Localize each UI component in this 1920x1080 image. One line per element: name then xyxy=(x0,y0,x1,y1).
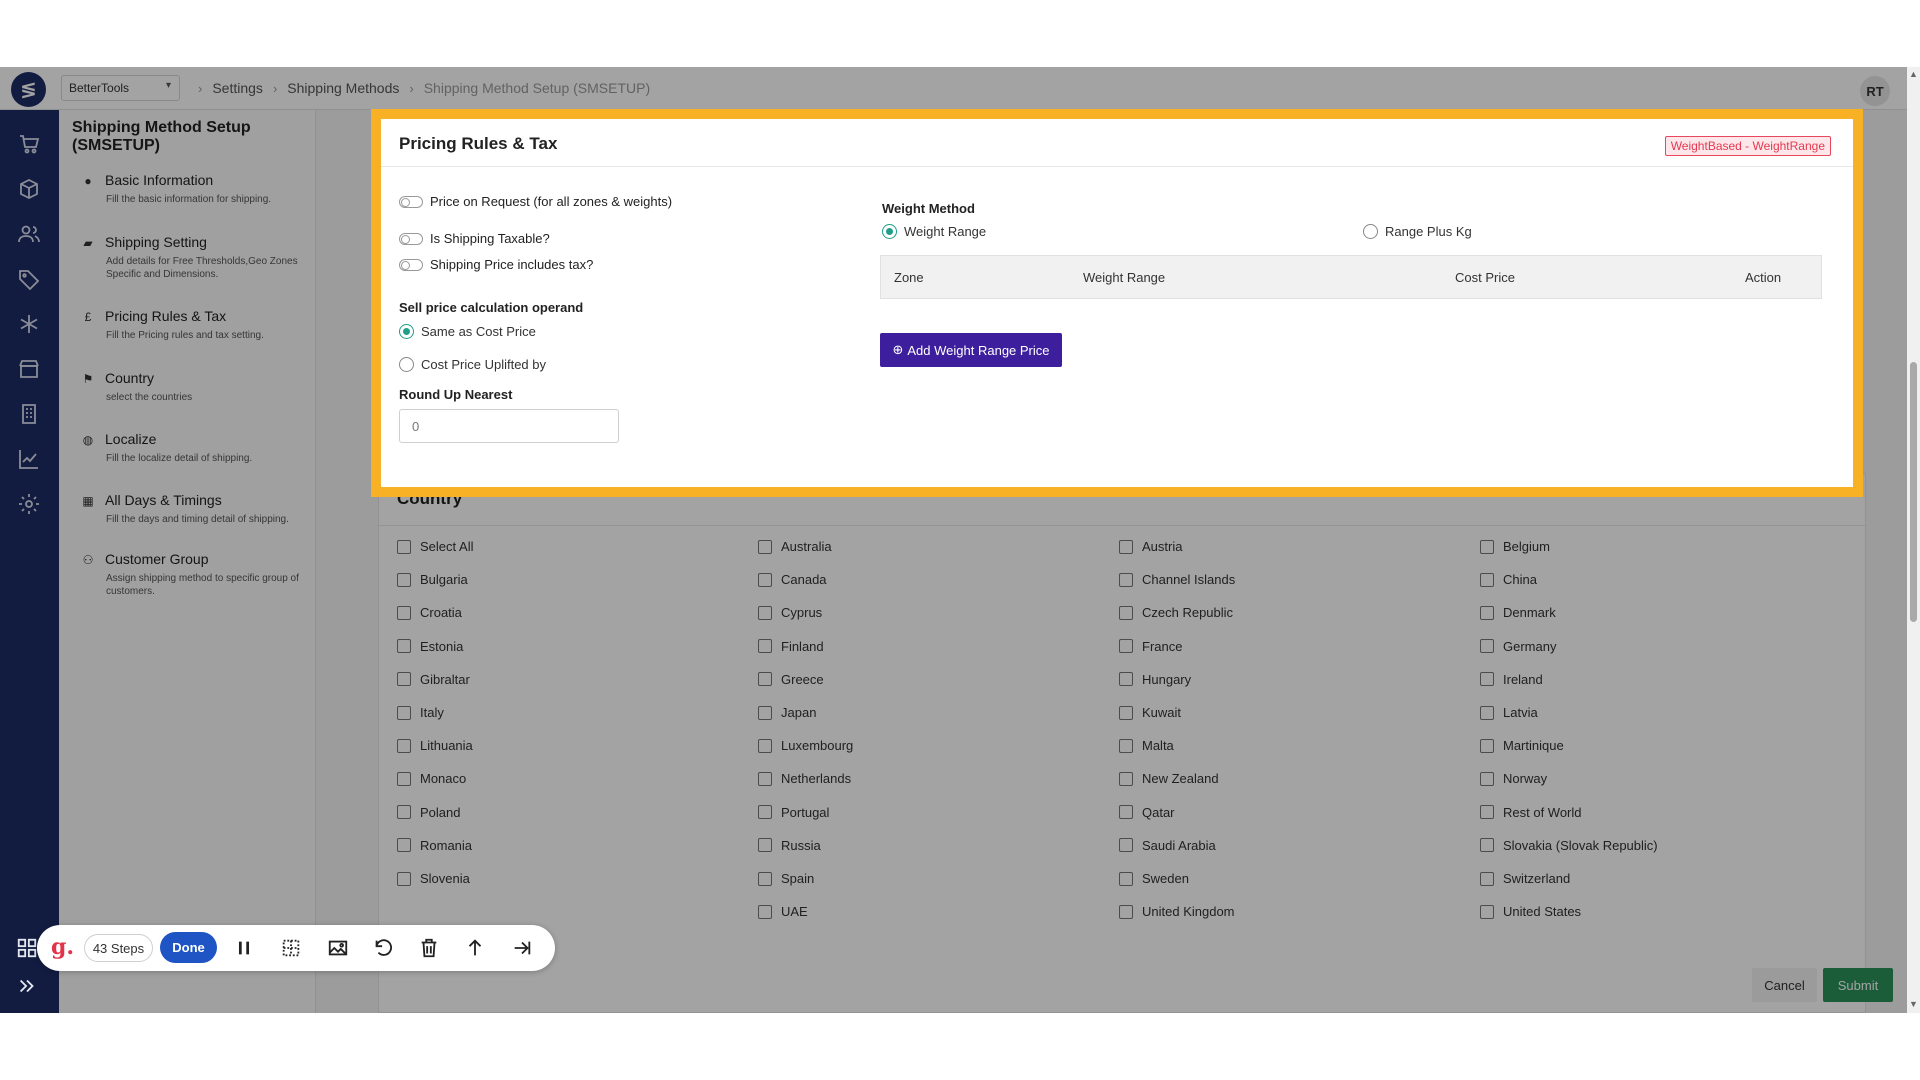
undo-icon[interactable] xyxy=(372,937,394,959)
scrollbar[interactable]: ▲ ▼ xyxy=(1907,67,1920,1013)
expand-sidebar-icon[interactable] xyxy=(16,975,38,997)
done-button[interactable]: Done xyxy=(160,932,217,963)
recorder-toolbar: g. 43 Steps Done xyxy=(37,925,555,971)
trash-icon[interactable] xyxy=(418,937,440,959)
skip-to-end-icon[interactable] xyxy=(511,937,533,959)
upload-icon[interactable] xyxy=(464,937,486,959)
steps-count[interactable]: 43 Steps xyxy=(84,934,153,962)
scroll-thumb[interactable] xyxy=(1910,362,1917,622)
recorder-logo: g. xyxy=(51,934,75,960)
app-window: ≶ BetterTools ▾ › Settings › Shipping Me… xyxy=(0,67,1920,1013)
highlight-frame xyxy=(371,109,1863,497)
scroll-down-icon[interactable]: ▼ xyxy=(1909,999,1918,1009)
blur-icon[interactable] xyxy=(280,937,302,959)
apps-grid-icon[interactable] xyxy=(16,937,38,959)
pause-icon[interactable] xyxy=(233,937,255,959)
image-icon[interactable] xyxy=(327,937,349,959)
scroll-up-icon[interactable]: ▲ xyxy=(1909,69,1918,79)
